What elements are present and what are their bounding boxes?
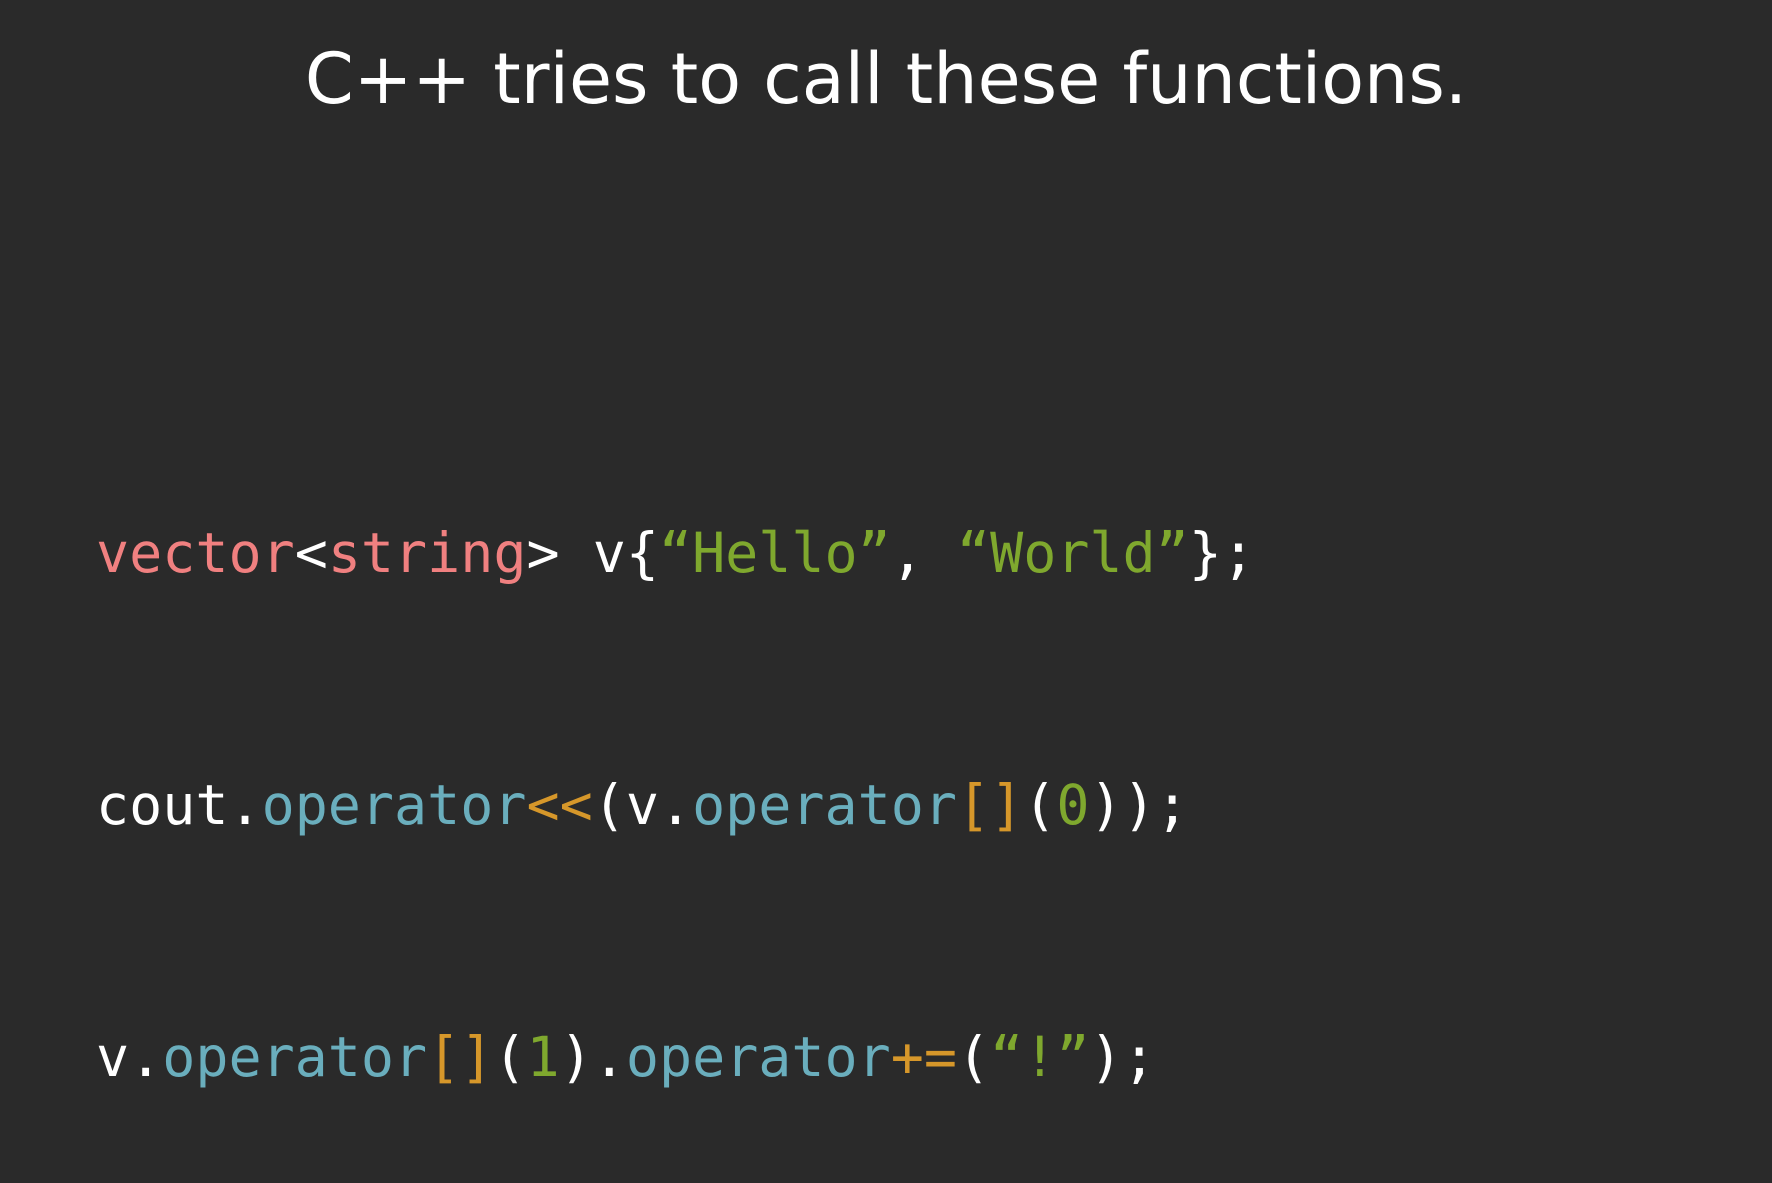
code-token-operator-symbol: << bbox=[526, 773, 593, 837]
code-token-plain: (v. bbox=[592, 773, 693, 837]
code-line-1: vector<string> v{“Hello”, “World”}; bbox=[96, 511, 1255, 595]
code-token-plain: v. bbox=[96, 1025, 163, 1089]
code-token-plain: ( bbox=[493, 1025, 527, 1089]
code-token-plain: , bbox=[890, 521, 957, 585]
code-token-literal: 0 bbox=[1056, 773, 1090, 837]
code-token-plain: ). bbox=[559, 1025, 626, 1089]
code-line-3: v.operator[](1).operator+=(“!”); bbox=[96, 1015, 1255, 1099]
code-token-method: operator bbox=[261, 773, 527, 837]
code-token-literal: “Hello” bbox=[658, 521, 891, 585]
code-token-plain: ( bbox=[957, 1025, 991, 1089]
code-token-plain: > v{ bbox=[526, 521, 659, 585]
code-token-plain: ); bbox=[1089, 1025, 1156, 1089]
slide-title: C++ tries to call these functions. bbox=[304, 38, 1468, 120]
code-line-2: cout.operator<<(v.operator[](0)); bbox=[96, 763, 1255, 847]
code-token-type: vector bbox=[96, 521, 295, 585]
code-block: vector<string> v{“Hello”, “World”}; cout… bbox=[96, 343, 1255, 1183]
code-token-method: operator bbox=[692, 773, 957, 837]
code-token-operator-symbol: [] bbox=[427, 1025, 494, 1089]
code-token-plain: < bbox=[294, 521, 328, 585]
code-token-method: operator bbox=[162, 1025, 428, 1089]
code-token-plain: )); bbox=[1089, 773, 1189, 837]
code-token-literal: 1 bbox=[526, 1025, 560, 1089]
code-token-literal: “!” bbox=[990, 1025, 1090, 1089]
code-token-literal: “World” bbox=[956, 521, 1189, 585]
code-token-operator-symbol: += bbox=[890, 1025, 957, 1089]
code-token-method: operator bbox=[625, 1025, 891, 1089]
code-token-plain: ( bbox=[1023, 773, 1057, 837]
code-token-plain: }; bbox=[1188, 521, 1256, 585]
code-token-plain: cout. bbox=[96, 773, 262, 837]
code-token-type: string bbox=[327, 521, 527, 585]
code-token-operator-symbol: [] bbox=[956, 773, 1024, 837]
